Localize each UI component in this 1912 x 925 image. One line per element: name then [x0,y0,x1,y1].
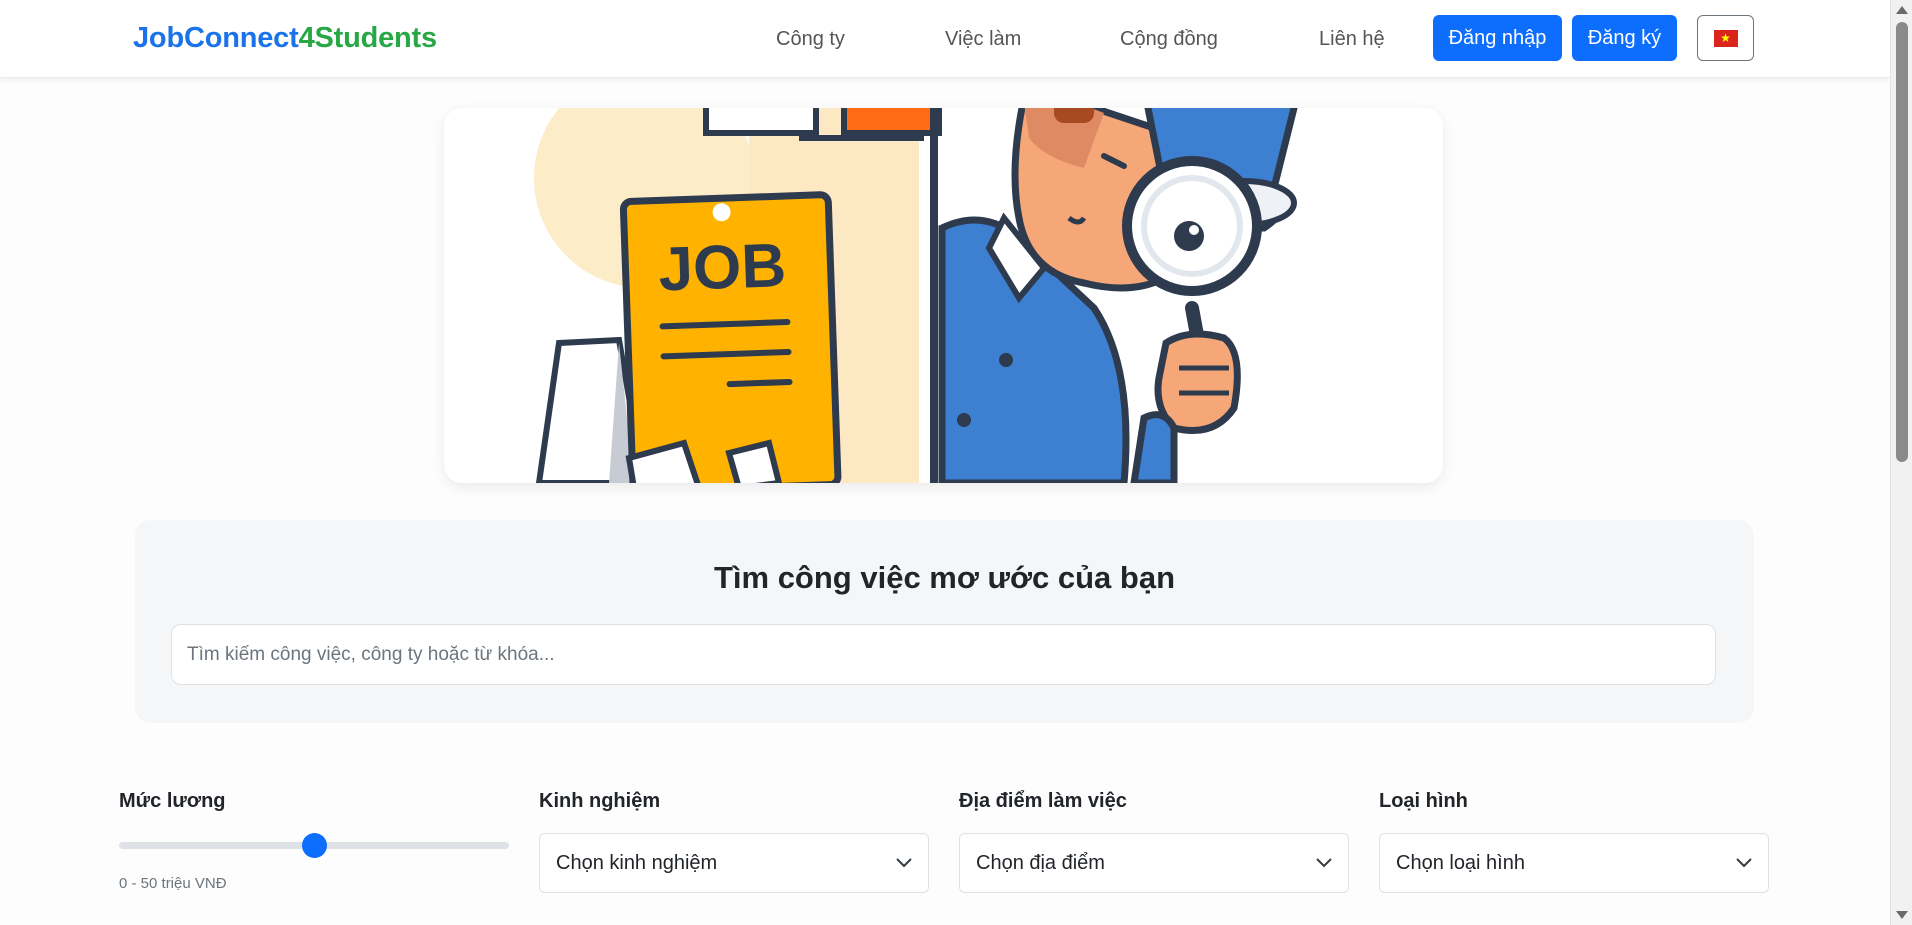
register-button[interactable]: Đăng ký [1572,15,1677,61]
login-button[interactable]: Đăng nhập [1433,15,1562,61]
page-scrollbar[interactable] [1890,0,1912,925]
search-section: Tìm công việc mơ ước của bạn [135,520,1754,723]
location-label: Địa điểm làm việc [959,790,1127,812]
job-card-text: JOB [657,231,787,304]
scrollbar-thumb[interactable] [1896,22,1908,462]
salary-range-text: 0 - 50 triệu VNĐ [119,875,227,892]
job-search-illustration: JOB [534,108,1298,483]
brand-logo[interactable]: JobConnect4Students [133,22,437,55]
chevron-down-icon [896,858,912,868]
navbar: JobConnect4Students Công ty Việc làm Cộn… [0,0,1890,78]
nav-link-company[interactable]: Công ty [776,28,845,51]
experience-select[interactable]: Chọn kinh nghiệm [539,833,929,893]
job-card: JOB [619,191,842,483]
language-button[interactable]: ★ [1697,15,1754,61]
brand-part-1: JobConnect [133,22,299,54]
detective-hand [1154,330,1241,434]
type-label: Loại hình [1379,790,1468,812]
brand-part-2: 4Students [298,22,438,54]
salary-slider-thumb[interactable] [301,833,327,858]
search-title: Tìm công việc mơ ước của bạn [713,560,1176,595]
nav-link-contact[interactable]: Liên hệ [1319,28,1385,51]
scroll-down-arrow-icon[interactable] [1896,911,1908,919]
chevron-down-icon [1316,858,1332,868]
experience-select-value: Chọn kinh nghiệm [556,851,718,874]
salary-label: Mức lương [119,790,226,812]
location-select[interactable]: Chọn địa điểm [959,833,1349,893]
chevron-down-icon [1736,858,1752,868]
top-box-white [703,108,819,136]
nav-link-jobs[interactable]: Việc làm [945,28,1021,51]
top-box-orange [841,108,942,136]
type-select-value: Chọn loại hình [1396,851,1525,874]
type-select[interactable]: Chọn loại hình [1379,833,1769,893]
experience-label: Kinh nghiệm [539,790,661,812]
hero-image: JOB [444,108,1443,483]
nav-link-community[interactable]: Cộng đồng [1120,28,1218,51]
location-select-value: Chọn địa điểm [976,851,1105,874]
scroll-up-arrow-icon[interactable] [1896,6,1908,14]
search-input[interactable] [171,624,1716,685]
vietnam-flag-icon: ★ [1713,29,1738,47]
